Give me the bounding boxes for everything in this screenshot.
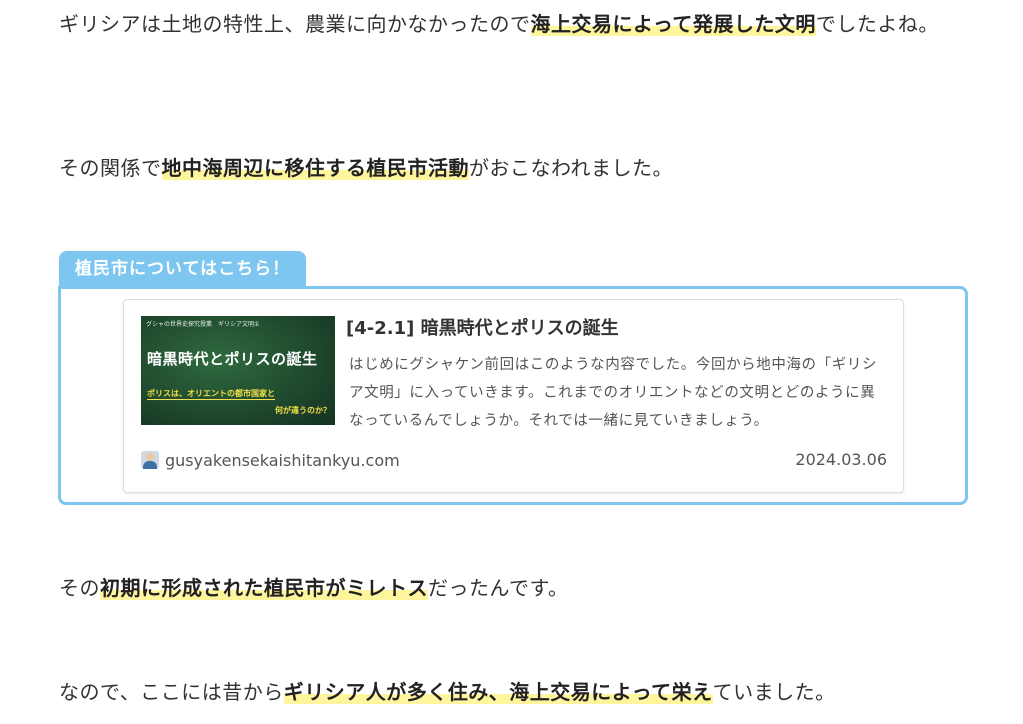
paragraph-text: その関係で: [59, 156, 162, 180]
paragraph-4: なので、ここには昔からギリシア人が多く住み、海上交易によって栄えていました。: [59, 672, 969, 712]
card-date: 2024.03.06: [795, 450, 887, 469]
paragraph-text: ていました。: [712, 680, 836, 704]
highlighted-text: 地中海周辺に移住する植民市活動: [161, 156, 469, 180]
paragraph-text: ギリシアは土地の特性上、農業に向かなかったので: [59, 12, 531, 36]
card-excerpt: はじめにグシャケン前回はこのような内容でした。今回から地中海の「ギリシア文明」に…: [349, 357, 878, 429]
paragraph-2: その関係で地中海周辺に移住する植民市活動がおこなわれました。: [59, 148, 969, 188]
card-thumbnail[interactable]: グシャの世界史探究授業 ギリシア文明① 暗黒時代とポリスの誕生 ポリスは、オリエ…: [141, 316, 335, 425]
thumbnail-title: 暗黒時代とポリスの誕生: [147, 350, 318, 368]
paragraph-text: その: [59, 576, 100, 600]
thumbnail-subtitle-2: 何が違うのか？: [275, 406, 331, 415]
highlighted-text: 海上交易によって発展した文明: [530, 12, 816, 36]
paragraph-text: でしたよね。: [815, 12, 939, 36]
card-site: gusyakensekaishitankyu.com: [141, 448, 400, 472]
card-title-link[interactable]: [4-2.1] 暗黒時代とポリスの誕生: [346, 314, 886, 344]
card-site-domain: gusyakensekaishitankyu.com: [165, 450, 400, 470]
thumbnail-subtitle-1: ポリスは、オリエントの都市国家と: [147, 389, 275, 400]
thumbnail-caption: グシャの世界史探究授業 ギリシア文明①: [146, 321, 260, 328]
related-box: グシャの世界史探究授業 ギリシア文明① 暗黒時代とポリスの誕生 ポリスは、オリエ…: [58, 286, 968, 505]
avatar-favicon-icon: [141, 451, 159, 469]
related-box-tab: 植民市についてはこちら！: [59, 251, 307, 287]
paragraph-text: だったんです。: [428, 576, 569, 600]
blog-card[interactable]: グシャの世界史探究授業 ギリシア文明① 暗黒時代とポリスの誕生 ポリスは、オリエ…: [123, 299, 904, 493]
highlighted-text: 初期に形成された植民市がミレトス: [100, 576, 428, 600]
paragraph-text: なので、ここには昔から: [59, 680, 284, 704]
paragraph-text: がおこなわれました。: [469, 156, 673, 180]
paragraph-3: その初期に形成された植民市がミレトスだったんです。: [59, 568, 969, 608]
paragraph-1: ギリシアは土地の特性上、農業に向かなかったので海上交易によって発展した文明でした…: [59, 4, 969, 44]
highlighted-text: ギリシア人が多く住み、海上交易によって栄え: [283, 680, 713, 704]
